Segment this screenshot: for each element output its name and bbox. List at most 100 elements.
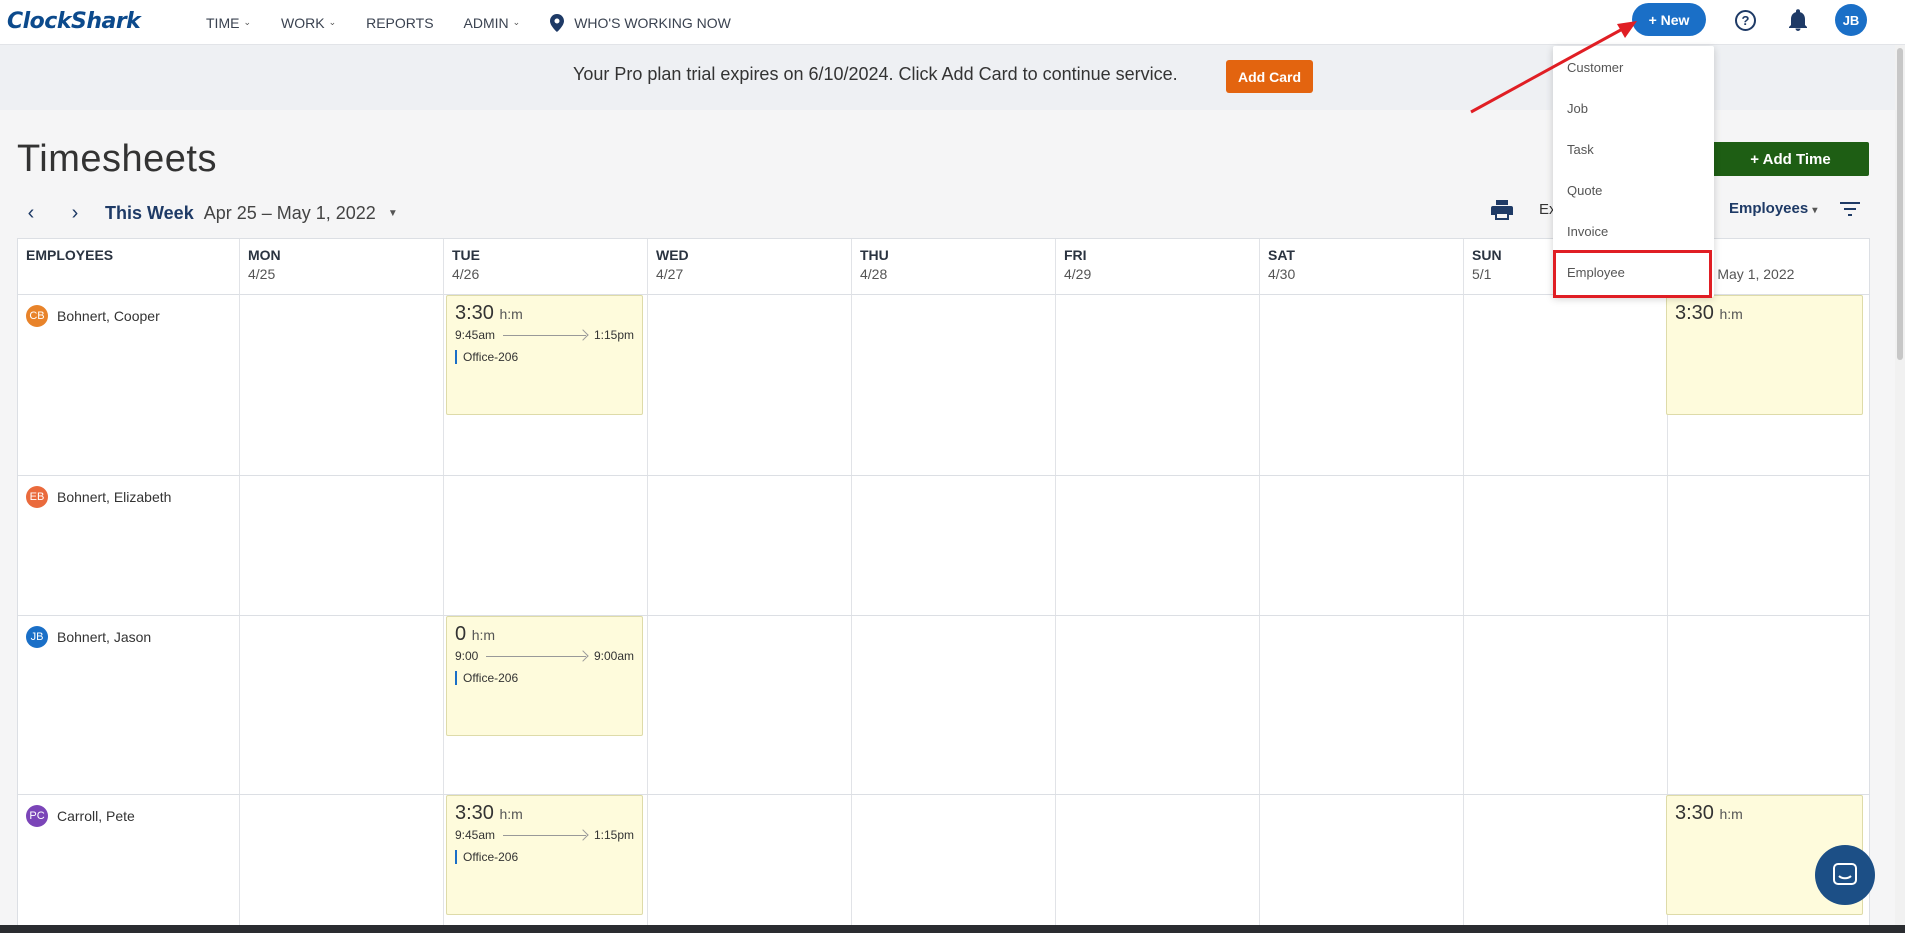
menu-item-task[interactable]: Task	[1567, 142, 1594, 157]
total-hours: 3:30	[1675, 802, 1714, 824]
row-divider	[18, 794, 1869, 795]
day-name: FRI	[1064, 247, 1087, 263]
day-date: 4/30	[1268, 266, 1296, 282]
entry-job: Office-206	[455, 850, 634, 864]
entry-end: 1:15pm	[593, 828, 634, 842]
employee-name: Carroll, Pete	[57, 808, 135, 824]
arrow-right-icon	[486, 655, 586, 657]
employee-row-label[interactable]: EB Bohnert, Elizabeth	[26, 486, 171, 508]
day-header: TUE 4/26	[444, 239, 648, 295]
employee-highlight-box	[1553, 250, 1712, 298]
caret-down-icon: ▾	[1812, 205, 1818, 216]
day-date: 4/26	[452, 266, 480, 282]
day-header: MON 4/25	[240, 239, 444, 295]
arrow-right-icon	[503, 334, 586, 336]
entry-start: 9:00	[455, 649, 479, 663]
total-hours-card: 3:30 h:m	[1666, 295, 1863, 415]
entry-start: 9:45am	[455, 828, 496, 842]
nav-reports-label: REPORTS	[366, 14, 434, 31]
row-divider	[18, 615, 1869, 616]
day-date: 4/25	[248, 266, 276, 282]
this-week-label[interactable]: This Week	[105, 203, 194, 224]
entry-unit: h:m	[499, 306, 523, 322]
employee-name: Bohnert, Cooper	[57, 308, 160, 324]
day-name: TUE	[452, 247, 480, 263]
employee-avatar: JB	[26, 626, 48, 648]
menu-item-quote[interactable]: Quote	[1567, 183, 1602, 198]
employee-row-label[interactable]: CB Bohnert, Cooper	[26, 305, 160, 327]
total-unit: h:m	[1719, 306, 1743, 322]
next-week-button[interactable]: ›	[61, 202, 89, 225]
employee-avatar: EB	[26, 486, 48, 508]
day-date: 4/27	[656, 266, 684, 282]
day-header: SAT 4/30	[1260, 239, 1464, 295]
entry-start: 9:45am	[455, 328, 496, 342]
nav-whos-working-label: WHO'S WORKING NOW	[574, 14, 731, 31]
menu-item-invoice[interactable]: Invoice	[1567, 224, 1608, 239]
day-name: SAT	[1268, 247, 1295, 263]
scrollbar-thumb[interactable]	[1897, 48, 1903, 360]
location-pin-icon	[550, 13, 565, 32]
employee-avatar: CB	[26, 305, 48, 327]
day-header: THU 4/28	[852, 239, 1056, 295]
employees-column-header: EMPLOYEES	[18, 239, 240, 295]
previous-week-button[interactable]: ‹	[17, 202, 45, 225]
employee-avatar: PC	[26, 805, 48, 827]
arrow-right-icon	[503, 834, 586, 836]
date-range[interactable]: Apr 25 – May 1, 2022	[204, 203, 376, 224]
nav-whos-working[interactable]: WHO'S WORKING NOW	[550, 13, 731, 32]
filter-icon[interactable]	[1840, 201, 1860, 217]
day-name: WED	[656, 247, 689, 263]
bell-icon[interactable]	[1788, 9, 1808, 31]
employees-filter-dropdown[interactable]: Employees ▾	[1729, 200, 1817, 217]
time-entry-card[interactable]: 3:30 h:m 9:45am 1:15pm Office-206	[446, 795, 643, 915]
entry-unit: h:m	[499, 806, 523, 822]
clockshark-logo[interactable]: ClockShark	[7, 9, 141, 34]
entry-job: Office-206	[455, 350, 634, 364]
main-menu: TIME ⌄ WORK ⌄ REPORTS ADMIN ⌄ WHO'S WORKING…	[206, 0, 761, 45]
chat-launcher-button[interactable]	[1815, 845, 1875, 905]
nav-work[interactable]: WORK ⌄	[281, 15, 336, 31]
entry-hours: 3:30	[455, 802, 494, 824]
user-avatar[interactable]: JB	[1835, 4, 1867, 36]
nav-work-label: WORK	[281, 14, 325, 31]
employee-row-label[interactable]: JB Bohnert, Jason	[26, 626, 151, 648]
nav-reports[interactable]: REPORTS	[366, 15, 433, 31]
help-icon[interactable]: ?	[1735, 10, 1756, 31]
chevron-down-icon: ⌄	[512, 17, 521, 27]
chevron-down-icon: ⌄	[243, 17, 251, 27]
day-header: FRI 4/29	[1056, 239, 1260, 295]
total-date-range: 5 – May 1, 2022	[1694, 266, 1795, 282]
caret-down-icon[interactable]: ▼	[388, 208, 398, 219]
nav-time-label: TIME	[206, 14, 240, 31]
day-date: 4/29	[1064, 266, 1092, 282]
annotation-arrow	[1470, 21, 1637, 114]
chat-icon	[1833, 863, 1857, 885]
print-icon[interactable]	[1491, 200, 1513, 220]
day-name: MON	[248, 247, 281, 263]
trial-banner-text: Your Pro plan trial expires on 6/10/2024…	[573, 64, 1178, 84]
employee-name: Bohnert, Elizabeth	[57, 489, 172, 505]
add-time-button[interactable]: + Add Time	[1712, 142, 1869, 176]
employee-row-label[interactable]: PC Carroll, Pete	[26, 805, 135, 827]
week-navigator: ‹ › This Week Apr 25 – May 1, 2022 ▼	[17, 200, 398, 226]
add-card-button[interactable]: Add Card	[1226, 60, 1313, 93]
entry-hours: 3:30	[455, 302, 494, 324]
nav-admin[interactable]: ADMIN ⌄	[464, 15, 521, 31]
entry-job: Office-206	[455, 671, 634, 685]
day-header: WED 4/27	[648, 239, 852, 295]
employees-header-label: EMPLOYEES	[26, 247, 114, 263]
entry-end: 9:00am	[593, 649, 634, 663]
nav-time[interactable]: TIME ⌄	[206, 15, 251, 31]
entry-hours: 0	[455, 623, 467, 645]
time-entry-card[interactable]: 0 h:m 9:00 9:00am Office-206	[446, 616, 643, 736]
entry-unit: h:m	[471, 627, 496, 643]
chevron-down-icon: ⌄	[328, 17, 337, 27]
employee-name: Bohnert, Jason	[57, 629, 152, 645]
taskbar	[0, 925, 1905, 933]
time-entry-card[interactable]: 3:30 h:m 9:45am 1:15pm Office-206	[446, 295, 643, 415]
row-divider	[18, 475, 1869, 476]
timesheet-grid: EMPLOYEES MON 4/25 TUE 4/26 WED 4/27 THU 4/2…	[17, 238, 1870, 933]
nav-admin-label: ADMIN	[463, 14, 509, 31]
page-title: Timesheets	[17, 138, 217, 180]
